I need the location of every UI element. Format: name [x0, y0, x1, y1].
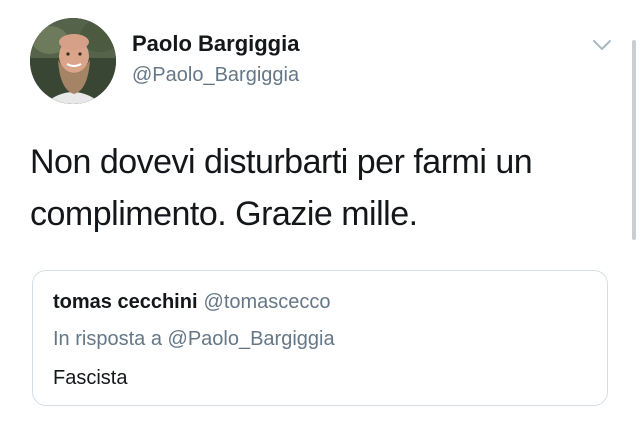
avatar[interactable] — [30, 18, 116, 104]
author-handle[interactable]: @Paolo_Bargiggia — [132, 64, 299, 87]
quoted-tweet-header: tomas cecchini @tomascecco — [53, 291, 331, 314]
quoted-tweet-card[interactable]: tomas cecchini @tomascecco In risposta a … — [32, 270, 608, 406]
quoted-author-name: tomas cecchini — [53, 291, 198, 313]
avatar-photo — [30, 18, 116, 104]
quoted-tweet-text: Fascista — [53, 367, 128, 389]
chevron-down-icon[interactable] — [590, 36, 614, 54]
reply-to-handle[interactable]: @Paolo_Bargiggia — [168, 328, 335, 350]
reply-prefix: In risposta a — [53, 328, 162, 350]
reply-context: In risposta a @Paolo_Bargiggia — [53, 328, 335, 351]
author-display-name[interactable]: Paolo Bargiggia — [132, 31, 299, 57]
scrollbar[interactable] — [632, 40, 636, 240]
quoted-author-handle: @tomascecco — [203, 291, 331, 313]
tweet-text: Non dovevi disturbarti per farmi un comp… — [30, 143, 533, 233]
